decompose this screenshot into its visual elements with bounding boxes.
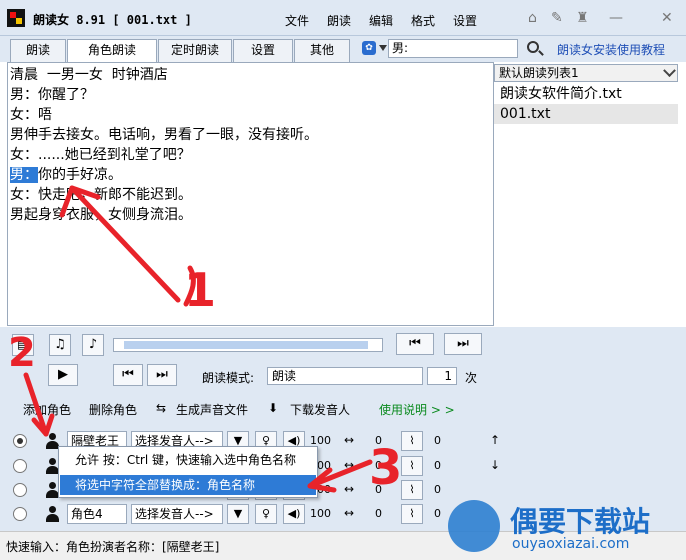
playlist-item[interactable]: 朗读女软件简介.txt — [494, 84, 678, 104]
role-radio[interactable] — [13, 434, 27, 448]
tab-read[interactable]: 朗读 — [10, 39, 66, 62]
usage-help-link[interactable]: 使用说明 > > — [379, 401, 455, 418]
watermark-logo-icon — [448, 500, 500, 552]
editor-line-selected: 男：你的手好凉。 — [10, 165, 491, 185]
home-icon[interactable]: ⌂ — [528, 11, 537, 25]
app-title: 朗读女 8.91 [ 001.txt ] — [33, 13, 192, 27]
skip-back-icon[interactable]: ⏮ — [113, 364, 143, 386]
voice-test-icon[interactable]: ♀ — [255, 504, 277, 524]
playlist-select-value: 默认朗读列表1 — [499, 66, 579, 80]
editor-line: 女：快走吧，新郎不能迟到。 — [10, 187, 192, 203]
role-radio[interactable] — [13, 483, 27, 497]
speed-icon: ↔ — [344, 433, 355, 447]
tools-icon[interactable]: ✎ — [551, 11, 563, 25]
playlist-item[interactable]: 001.txt — [494, 104, 678, 124]
menu-file[interactable]: 文件 — [285, 12, 309, 29]
speed-value: 0 — [375, 459, 382, 472]
repeat-unit: 次 — [465, 371, 478, 385]
repeat-count-input[interactable]: 1 — [427, 367, 457, 385]
pitch-icon[interactable]: ⌇ — [401, 456, 423, 476]
speed-value: 0 — [375, 483, 382, 496]
generate-audio-button[interactable]: 生成声音文件 — [176, 401, 248, 418]
context-menu-hint[interactable]: 允许 按：Ctrl 键，快速输入选中角色名称 — [60, 450, 316, 470]
mode-select[interactable]: 朗读 — [267, 367, 423, 385]
volume-icon[interactable]: ◀) — [283, 504, 305, 524]
search-input[interactable]: 男: — [388, 39, 518, 58]
menu-format[interactable]: 格式 — [411, 12, 435, 29]
close-icon[interactable]: ✕ — [661, 11, 673, 25]
watermark: 偶要下载站 ouyaoxiazai.com — [440, 496, 686, 560]
add-role-button[interactable]: 添加角色 — [23, 401, 71, 418]
pitch-value: 0 — [434, 483, 441, 496]
scroll-up-icon[interactable]: ↑ — [490, 433, 500, 447]
voice-select[interactable]: 选择发音人--> — [131, 504, 223, 524]
speed-value: 0 — [375, 507, 382, 520]
menu-read[interactable]: 朗读 — [327, 12, 351, 29]
role-radio[interactable] — [13, 459, 27, 473]
microphone-icon[interactable]: ♪ — [82, 334, 104, 356]
role-name-input[interactable]: 角色4 — [67, 504, 127, 524]
download-icon: ⬇ — [268, 401, 279, 415]
volume-value: 100 — [310, 507, 331, 520]
role-radio[interactable] — [13, 507, 27, 521]
editor-line: 男伸手去接女。电话响，男看了一眼，没有接听。 — [10, 127, 318, 143]
pitch-value: 0 — [434, 459, 441, 472]
tab-role-read[interactable]: 角色朗读 — [67, 39, 157, 63]
tutorial-link[interactable]: 朗读女安装使用教程 — [557, 41, 665, 58]
search-icon[interactable] — [527, 41, 539, 53]
pitch-icon[interactable]: ⌇ — [401, 431, 423, 451]
watermark-title: 偶要下载站 — [510, 505, 651, 538]
text-editor[interactable]: 清晨 一男一女 时钟酒店 男：你醒了？ 女：唔 男伸手去接女。电话响，男看了一眼… — [7, 62, 494, 326]
selected-text: 男： — [10, 167, 38, 183]
line-rest: 你的手好凉。 — [38, 167, 122, 183]
chevron-down-icon[interactable] — [379, 45, 387, 51]
editor-line: 女：......她已经到礼堂了吧？ — [10, 147, 191, 163]
menu-settings[interactable]: 设置 — [453, 12, 477, 29]
speed-icon: ↔ — [344, 482, 355, 496]
pitch-icon[interactable]: ⌇ — [401, 504, 423, 524]
paw-icon[interactable]: ✿ — [362, 41, 376, 55]
scroll-down-icon[interactable]: ↓ — [490, 458, 500, 472]
editor-line: 女：唔 — [10, 107, 52, 123]
next-icon[interactable]: ⏭ — [444, 333, 482, 355]
speed-icon: ↔ — [344, 506, 355, 520]
context-menu-replace[interactable]: 将选中字符全部替换成：角色名称 — [60, 475, 316, 495]
skip-forward-icon[interactable]: ⏭ — [147, 364, 177, 386]
delete-role-button[interactable]: 删除角色 — [89, 401, 137, 418]
watermark-url: ouyaoxiazai.com — [512, 536, 630, 552]
editor-line: 清晨 一男一女 时钟酒店 — [10, 67, 168, 83]
status-text: 快速输入：角色扮演者名称：[隔壁老王] — [6, 540, 220, 554]
title-bar: 朗读女 8.91 [ 001.txt ] 文件 朗读 编辑 格式 设置 ⌂ ✎ … — [0, 0, 686, 36]
tab-settings[interactable]: 设置 — [233, 39, 293, 62]
app-logo-icon — [7, 9, 25, 27]
chevron-down-icon[interactable]: ▼ — [227, 504, 249, 524]
pitch-value: 0 — [434, 434, 441, 447]
playlist-select[interactable]: 默认朗读列表1 — [494, 64, 678, 82]
playlist-panel: 默认朗读列表1 朗读女软件简介.txt 001.txt — [494, 62, 680, 326]
download-voice-button[interactable]: 下载发音人 — [290, 401, 350, 418]
chevron-down-icon — [663, 64, 676, 78]
menu-edit[interactable]: 编辑 — [369, 12, 393, 29]
new-file-icon[interactable]: ▤ — [12, 334, 34, 356]
progress-fill — [124, 341, 368, 349]
playlist: 朗读女软件简介.txt 001.txt — [494, 84, 678, 326]
play-icon[interactable]: ▶ — [48, 364, 78, 386]
previous-icon[interactable]: ⏮ — [396, 333, 434, 355]
audio-gen-icon: ⇆ — [156, 401, 167, 415]
speed-icon: ↔ — [344, 458, 355, 472]
shirt-icon[interactable]: ♜ — [576, 11, 589, 25]
minimize-icon[interactable]: — — [609, 11, 623, 25]
music-icon[interactable]: ♫ — [49, 334, 71, 356]
pitch-icon[interactable]: ⌇ — [401, 480, 423, 500]
tab-other[interactable]: 其他 — [294, 39, 350, 62]
tab-timer-read[interactable]: 定时朗读 — [158, 39, 232, 62]
context-menu: 允许 按：Ctrl 键，快速输入选中角色名称 将选中字符全部替换成：角色名称 — [58, 446, 318, 498]
editor-line: 男：你醒了？ — [10, 87, 94, 103]
editor-line: 男起身穿衣服，女侧身流泪。 — [10, 207, 192, 223]
speed-value: 0 — [375, 434, 382, 447]
role-row: 角色4 选择发音人--> ▼ ♀ ◀) 100 ↔ 0 ⌇ 0 — [10, 503, 480, 525]
mode-label: 朗读模式: — [202, 371, 255, 385]
person-icon — [43, 504, 63, 524]
progress-slider[interactable] — [113, 338, 383, 352]
